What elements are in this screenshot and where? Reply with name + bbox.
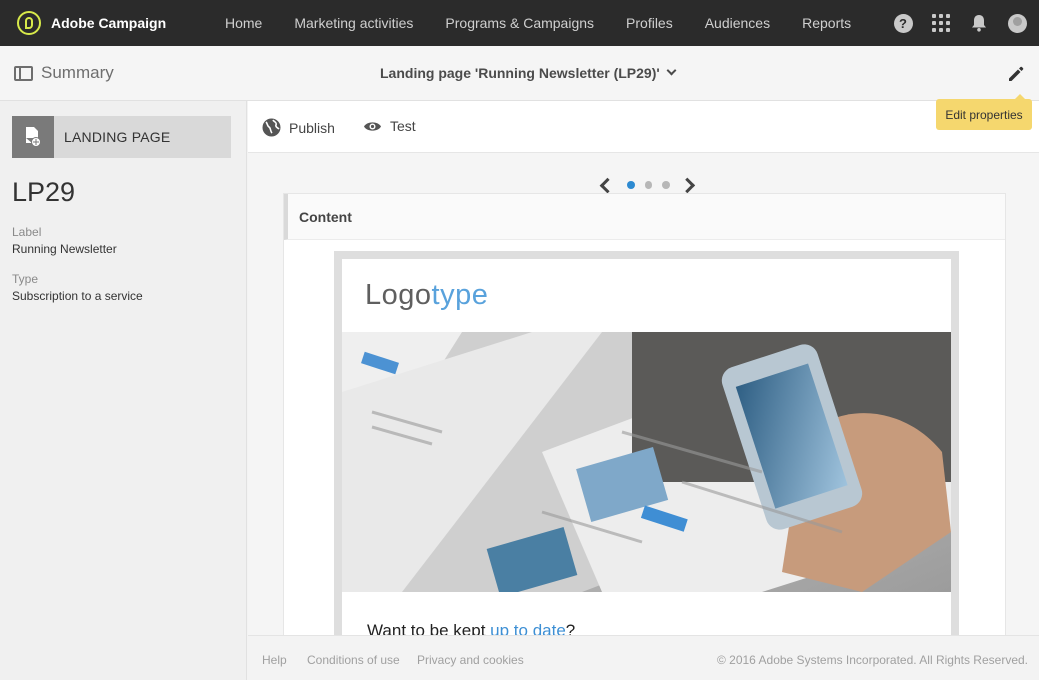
summary-panel: LANDING PAGE LP29 Label Running Newslett… bbox=[0, 101, 247, 680]
test-label: Test bbox=[390, 118, 416, 134]
label-field-label: Label bbox=[12, 225, 42, 239]
carousel-dot-3[interactable] bbox=[662, 181, 671, 189]
bell-icon[interactable] bbox=[969, 13, 989, 33]
summary-toggle[interactable]: Summary bbox=[14, 63, 114, 83]
main-nav: Home Marketing activities Programs & Cam… bbox=[225, 15, 883, 31]
nav-home[interactable]: Home bbox=[225, 15, 262, 31]
chevron-right-icon[interactable] bbox=[679, 177, 696, 193]
carousel-dot-2[interactable] bbox=[644, 181, 653, 189]
page-carousel bbox=[598, 176, 696, 194]
landing-page-id: LP29 bbox=[12, 177, 76, 207]
test-button[interactable]: Test bbox=[363, 118, 416, 134]
nav-audiences[interactable]: Audiences bbox=[705, 15, 770, 31]
nav-profiles[interactable]: Profiles bbox=[626, 15, 673, 31]
label-field-value: Running Newsletter bbox=[12, 242, 117, 256]
footer-conditions-link[interactable]: Conditions of use bbox=[307, 653, 400, 667]
nav-marketing-activities[interactable]: Marketing activities bbox=[294, 15, 413, 31]
copyright: © 2016 Adobe Systems Incorporated. All R… bbox=[716, 653, 1028, 667]
carousel-dot-1[interactable] bbox=[626, 181, 635, 189]
action-toolbar: Publish Test bbox=[248, 101, 1039, 153]
eye-icon bbox=[364, 121, 381, 131]
content-header: Content bbox=[284, 194, 1005, 240]
summary-label: Summary bbox=[41, 63, 114, 82]
brand[interactable]: Adobe Campaign bbox=[17, 11, 227, 35]
chevron-left-icon[interactable] bbox=[599, 177, 616, 193]
page-title-text: Landing page 'Running Newsletter (LP29)' bbox=[380, 65, 660, 81]
sub-header: Summary Landing page 'Running Newsletter… bbox=[0, 46, 1039, 101]
type-field-value: Subscription to a service bbox=[12, 289, 143, 303]
publish-button[interactable]: Publish bbox=[262, 118, 335, 137]
nav-reports[interactable]: Reports bbox=[802, 15, 851, 31]
type-field-label: Type bbox=[12, 272, 39, 286]
top-icons: ? bbox=[875, 0, 1027, 46]
publish-label: Publish bbox=[289, 119, 335, 136]
adobe-campaign-logo-icon bbox=[17, 11, 41, 35]
logotype: Logotype bbox=[365, 279, 489, 311]
footer-privacy-link[interactable]: Privacy and cookies bbox=[417, 653, 524, 667]
main-area: Publish Test Content Logotype Want to be… bbox=[248, 101, 1039, 651]
globe-icon bbox=[262, 118, 281, 137]
help-icon[interactable]: ? bbox=[893, 13, 913, 33]
type-card-label: LANDING PAGE bbox=[64, 129, 171, 145]
summary-panel-icon bbox=[14, 65, 33, 81]
top-nav-bar: Adobe Campaign Home Marketing activities… bbox=[0, 0, 1039, 46]
landing-page-icon bbox=[12, 116, 54, 158]
type-card: LANDING PAGE bbox=[12, 116, 231, 158]
chevron-down-icon bbox=[666, 65, 677, 76]
footer: Help Conditions of use Privacy and cooki… bbox=[248, 635, 1039, 680]
avatar-icon[interactable] bbox=[1007, 13, 1027, 33]
edit-properties-tooltip: Edit properties bbox=[936, 94, 1032, 130]
footer-help-link[interactable]: Help bbox=[262, 653, 287, 667]
apps-icon[interactable] bbox=[931, 13, 951, 33]
edit-pencil-icon[interactable] bbox=[1006, 64, 1026, 84]
email-preview-frame[interactable]: Logotype Want to be kept up to date? bbox=[334, 251, 959, 651]
page-title[interactable]: Landing page 'Running Newsletter (LP29)' bbox=[380, 65, 677, 81]
email-preview: Logotype Want to be kept up to date? bbox=[342, 259, 951, 651]
hero-image bbox=[342, 332, 951, 592]
content-card: Content Logotype Want to be kept up to d… bbox=[283, 193, 1006, 651]
nav-programs-campaigns[interactable]: Programs & Campaigns bbox=[445, 15, 594, 31]
brand-name: Adobe Campaign bbox=[51, 15, 167, 31]
